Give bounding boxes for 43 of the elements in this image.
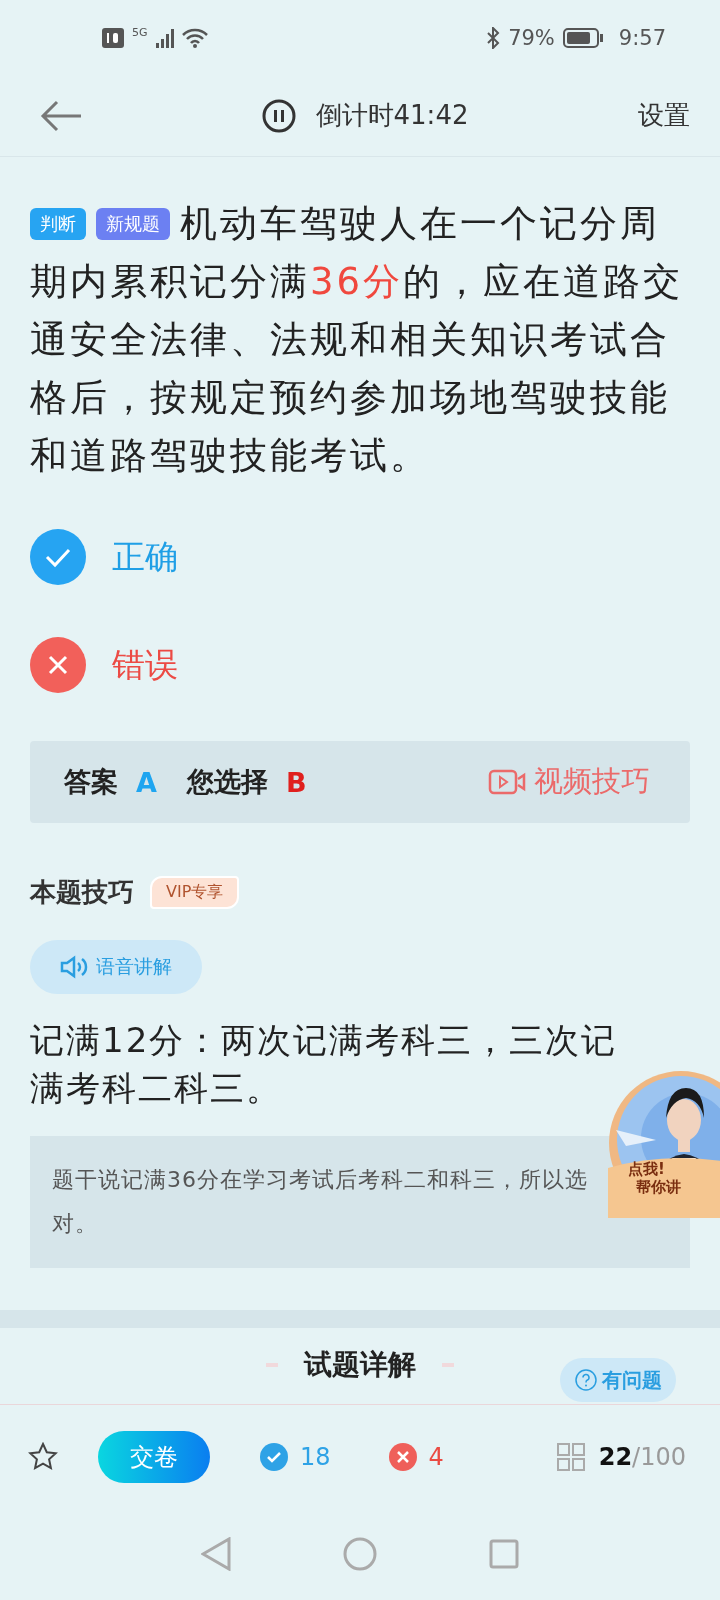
star-icon[interactable] <box>28 1441 58 1472</box>
tips-title: 本题技巧 <box>30 876 134 909</box>
question-icon <box>574 1368 598 1392</box>
chosen-answer: B <box>285 766 307 798</box>
check-icon <box>260 1442 288 1471</box>
wrong-count: 4 <box>428 1442 444 1471</box>
video-tips-button[interactable]: 视频技巧 <box>482 761 656 803</box>
tip-summary: 记满12分：两次记满考科三，三次记满考科二科三。 <box>29 1019 619 1110</box>
details-title: 试题详解 <box>304 1347 416 1383</box>
network-label: 5G <box>132 26 148 39</box>
battery-percent: 79% <box>508 25 555 50</box>
battery-icon <box>562 27 603 48</box>
vip-badge: VIP专享 <box>150 876 240 909</box>
answer-option[interactable]: 正确 <box>30 529 178 585</box>
back-icon[interactable] <box>201 1537 231 1571</box>
countdown-timer: 倒计时41:42 <box>315 99 469 132</box>
pause-icon[interactable] <box>261 98 296 133</box>
submit-button[interactable]: 交卷 <box>98 1430 210 1483</box>
correct-answer: A <box>136 766 157 798</box>
choice-label: 您选择 <box>186 765 268 799</box>
signal-icon <box>155 27 174 48</box>
clock: 9:57 <box>618 25 666 50</box>
home-icon[interactable] <box>343 1537 377 1571</box>
question-tag: 新规题 <box>96 208 170 240</box>
question-text: 判断 新规题 机动车驾驶人在一个记分周期内累积记分满36分的，应在道路交通安全法律、法规和相关知识考试合格后，按规定预约参加场地驾驶技能和道路驾驶技能考试。 <box>29 201 685 479</box>
cross-icon <box>388 1442 417 1471</box>
cross-icon <box>30 637 86 693</box>
help-button[interactable]: 有问题 <box>560 1358 676 1402</box>
wifi-icon <box>181 27 208 48</box>
grid-icon[interactable] <box>556 1442 585 1471</box>
right-count: 18 <box>300 1442 331 1471</box>
answer-label: 答案 <box>64 765 118 799</box>
recents-icon[interactable] <box>489 1539 519 1569</box>
check-icon <box>30 529 86 585</box>
speaker-icon <box>60 955 90 979</box>
video-icon <box>488 768 526 796</box>
bluetooth-icon <box>486 26 501 49</box>
hd-icon <box>102 27 124 48</box>
back-arrow-icon[interactable] <box>40 99 82 132</box>
audio-explain-button[interactable]: 语音讲解 <box>30 940 202 994</box>
settings-link[interactable]: 设置 <box>638 98 690 133</box>
answer-option[interactable]: 错误 <box>30 637 178 693</box>
question-tag: 判断 <box>30 208 86 240</box>
